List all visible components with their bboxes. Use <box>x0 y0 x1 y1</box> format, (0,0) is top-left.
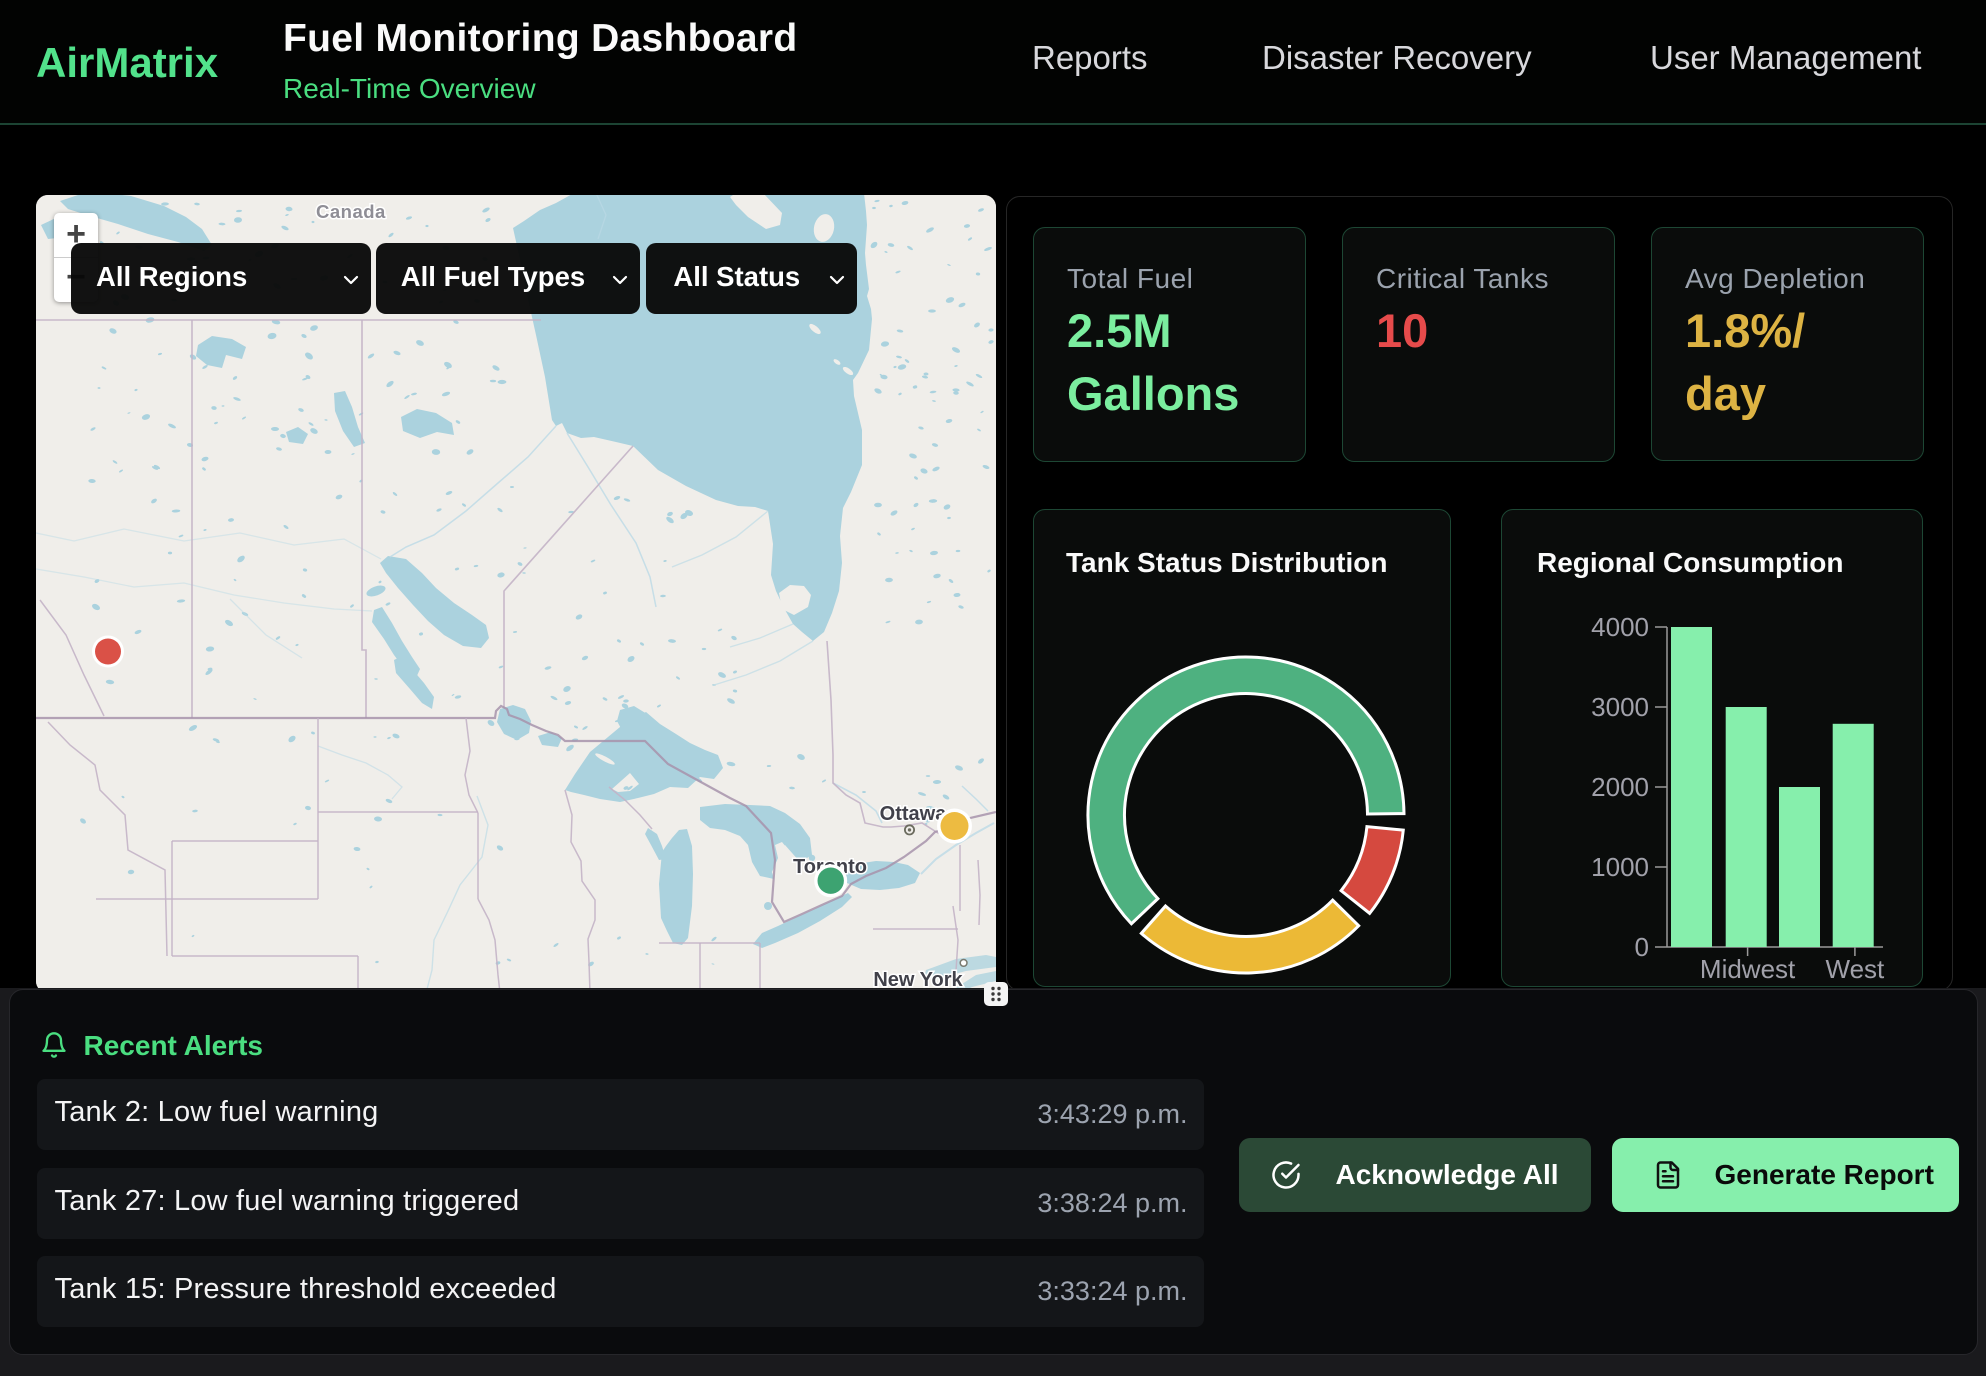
svg-text:Ottawa: Ottawa <box>880 803 948 825</box>
svg-text:Midwest: Midwest <box>1700 954 1796 984</box>
svg-text:3000: 3000 <box>1591 692 1649 722</box>
svg-text:4000: 4000 <box>1591 612 1649 642</box>
svg-text:Canada: Canada <box>316 201 386 222</box>
svg-text:0: 0 <box>1635 932 1649 962</box>
svg-text:1000: 1000 <box>1591 852 1649 882</box>
svg-text:West: West <box>1826 954 1886 984</box>
svg-text:2000: 2000 <box>1591 772 1649 802</box>
